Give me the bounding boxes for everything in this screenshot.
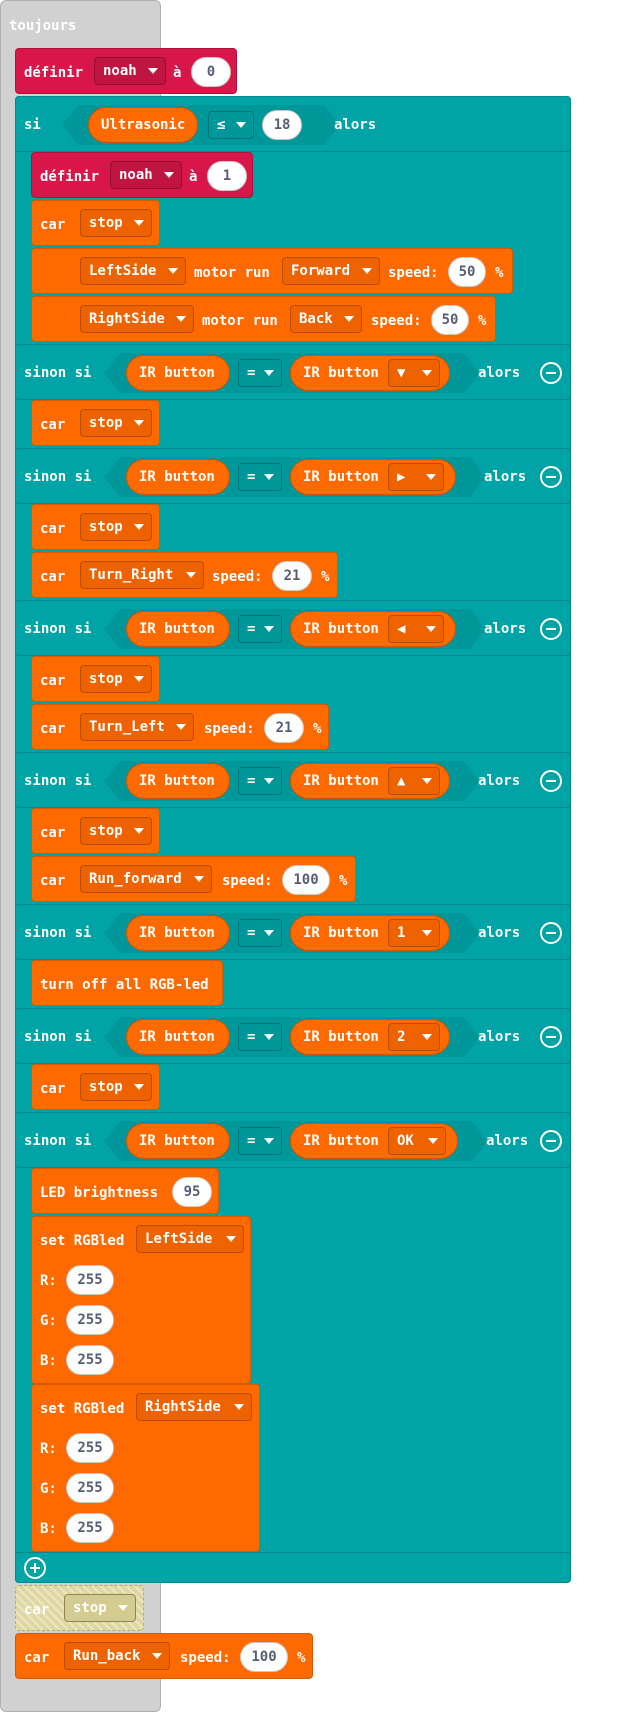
equals-dropdown[interactable]: = [238,767,282,795]
set-noah-1-block[interactable]: définir noah à 1 [31,152,253,198]
set-noah-0-block[interactable]: définir noah à 0 [15,48,237,94]
speed-input[interactable]: 21 [264,713,304,743]
led-side-dropdown[interactable]: RightSide [136,1393,252,1421]
car-stop-block[interactable]: car stop [31,400,160,446]
motor-run-left-block[interactable]: LeftSide motor run Forward speed: 50 % [31,248,513,294]
car-action-dropdown[interactable]: stop [64,1594,136,1622]
ir-key-dropdown[interactable]: ▲ [388,767,440,795]
equals-dropdown[interactable]: = [238,1023,282,1051]
red-input[interactable]: 255 [66,1433,114,1463]
motor-side-dropdown[interactable]: LeftSide [80,257,186,285]
car-action-dropdown[interactable]: stop [80,817,152,845]
remove-branch-icon[interactable] [540,618,562,640]
speed-input[interactable]: 100 [282,865,330,895]
elseif-row: sinon si IR button = IR button OK alors [15,1112,571,1168]
variable-dropdown[interactable]: noah [94,57,166,85]
car-action-dropdown[interactable]: stop [80,209,152,237]
value-input[interactable]: 0 [191,57,231,87]
car-action-dropdown[interactable]: Turn_Left [80,713,194,741]
forever-label: toujours [9,18,77,34]
elseif-row: sinon si IR button = IR button ◀ alors [15,600,571,656]
direction-dropdown[interactable]: Forward [282,257,380,285]
car-action-dropdown[interactable]: Run_back [64,1642,170,1670]
car-run-forward-block[interactable]: car Run_forward speed: 100 % [31,856,356,902]
set-rgbled-left-block[interactable]: set RGBled LeftSide R: 255 G: 255 B: 255 [31,1216,251,1384]
elseif-row: sinon si IR button = IR button 2 alors [15,1008,571,1064]
ir-key-dropdown[interactable]: ▼ [388,359,440,387]
threshold-input[interactable]: 18 [262,110,302,140]
if-footer [15,1552,571,1583]
car-stop-block[interactable]: car stop [31,504,160,550]
value-input[interactable]: 1 [207,161,247,191]
direction-dropdown[interactable]: Back [290,305,362,333]
ir-key-dropdown[interactable]: 2 [388,1023,440,1051]
car-action-dropdown[interactable]: Run_forward [80,865,212,893]
car-action-dropdown[interactable]: stop [80,409,152,437]
add-branch-icon[interactable] [24,1557,46,1579]
car-turn-left-block[interactable]: car Turn_Left speed: 21 % [31,704,329,750]
car-stop-block[interactable]: car stop [31,808,160,854]
green-input[interactable]: 255 [66,1473,114,1503]
car-stop-block[interactable]: car stop [31,200,160,246]
car-stop-block[interactable]: car stop [31,1064,160,1110]
remove-branch-icon[interactable] [540,770,562,792]
speed-input[interactable]: 50 [448,257,486,287]
car-action-dropdown[interactable]: stop [80,513,152,541]
ir-key-dropdown[interactable]: ◀ [388,615,444,643]
elseif-row: sinon si IR button = IR button ▶ alors [15,448,571,504]
speed-input[interactable]: 21 [272,561,312,591]
remove-branch-icon[interactable] [540,362,562,384]
chevron-down-icon [148,68,158,74]
if-header: si Ultrasonic ≤ 18 alors [15,96,571,152]
blue-input[interactable]: 255 [66,1513,114,1543]
ultrasonic-reporter[interactable]: Ultrasonic [88,107,198,143]
speed-input[interactable]: 50 [431,305,469,335]
ir-button-reporter[interactable]: IR button [126,611,230,647]
operator-dropdown[interactable]: ≤ [208,111,254,139]
blue-input[interactable]: 255 [66,1345,114,1375]
led-side-dropdown[interactable]: LeftSide [136,1225,244,1253]
elseif-row: sinon si IR button = IR button 1 alors [15,904,571,960]
ir-button-reporter[interactable]: IR button [126,915,230,951]
motor-side-dropdown[interactable]: RightSide [80,305,194,333]
red-input[interactable]: 255 [66,1265,114,1295]
equals-dropdown[interactable]: = [238,359,282,387]
speed-input[interactable]: 100 [240,1642,288,1672]
elseif-row: sinon si IR button = IR button ▲ alors [15,752,571,808]
car-stop-block[interactable]: car stop [31,656,160,702]
elseif-row: sinon si IR button = IR button ▼ alors [15,344,571,400]
ir-button-reporter[interactable]: IR button [126,763,230,799]
car-action-dropdown[interactable]: stop [80,1073,152,1101]
ir-key-dropdown[interactable]: OK [388,1127,446,1155]
remove-branch-icon[interactable] [540,1026,562,1048]
equals-dropdown[interactable]: = [238,919,282,947]
car-action-dropdown[interactable]: Turn_Right [80,561,204,589]
disabled-car-stop-block[interactable]: car stop [15,1585,144,1631]
car-run-back-block[interactable]: car Run_back speed: 100 % [15,1633,313,1679]
remove-branch-icon[interactable] [540,466,562,488]
variable-dropdown[interactable]: noah [110,161,182,189]
ir-key-dropdown[interactable]: 1 [388,919,440,947]
green-input[interactable]: 255 [66,1305,114,1335]
motor-run-right-block[interactable]: RightSide motor run Back speed: 50 % [31,296,496,342]
car-turn-right-block[interactable]: car Turn_Right speed: 21 % [31,552,338,598]
turn-off-rgb-block[interactable]: turn off all RGB-led [31,960,223,1006]
remove-branch-icon[interactable] [540,1130,562,1152]
equals-dropdown[interactable]: = [238,1127,282,1155]
ir-button-reporter[interactable]: IR button [126,459,230,495]
set-rgbled-right-block[interactable]: set RGBled RightSide R: 255 G: 255 B: 25… [31,1384,260,1552]
ir-button-reporter[interactable]: IR button [126,1019,230,1055]
car-action-dropdown[interactable]: stop [80,665,152,693]
remove-branch-icon[interactable] [540,922,562,944]
ir-key-dropdown[interactable]: ▶ [388,463,444,491]
led-brightness-block[interactable]: LED brightness 95 [31,1168,219,1214]
brightness-input[interactable]: 95 [172,1177,212,1207]
ir-button-reporter[interactable]: IR button [126,355,230,391]
equals-dropdown[interactable]: = [238,615,282,643]
ir-button-reporter[interactable]: IR button [126,1123,230,1159]
equals-dropdown[interactable]: = [238,463,282,491]
